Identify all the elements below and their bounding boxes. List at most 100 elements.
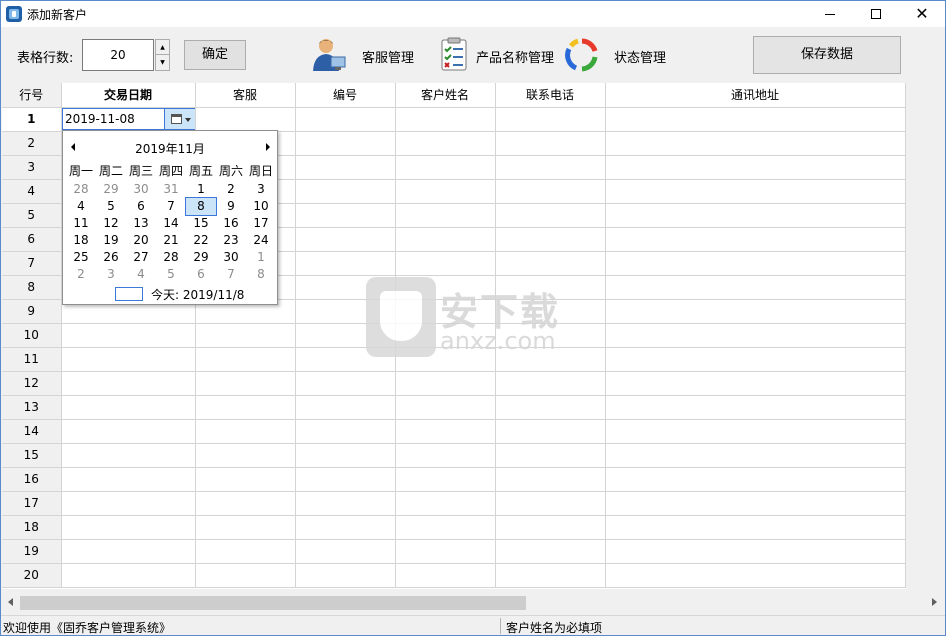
- code-cell[interactable]: [295, 371, 396, 396]
- calendar-day[interactable]: 27: [126, 249, 156, 266]
- row-number-cell[interactable]: 6: [2, 227, 62, 252]
- customer-name-cell[interactable]: [395, 179, 496, 204]
- code-cell[interactable]: [295, 155, 396, 180]
- rows-count-input[interactable]: 20: [82, 39, 154, 71]
- calendar-day[interactable]: 2: [66, 266, 96, 283]
- row-number-cell[interactable]: 19: [2, 539, 62, 564]
- calendar-day[interactable]: 12: [96, 215, 126, 232]
- calendar-day[interactable]: 3: [96, 266, 126, 283]
- phone-cell[interactable]: [495, 491, 606, 516]
- calendar-day[interactable]: 10: [246, 198, 276, 215]
- scroll-right-icon[interactable]: [932, 598, 937, 606]
- row-number-cell[interactable]: 5: [2, 203, 62, 228]
- service-cell[interactable]: [195, 515, 296, 540]
- trade-date-cell[interactable]: [61, 371, 196, 396]
- customer-name-cell[interactable]: [395, 371, 496, 396]
- address-cell[interactable]: [605, 347, 906, 372]
- row-number-cell[interactable]: 10: [2, 323, 62, 348]
- phone-cell[interactable]: [495, 539, 606, 564]
- calendar-day[interactable]: 19: [96, 232, 126, 249]
- scrollbar-thumb[interactable]: [20, 596, 526, 610]
- trade-date-cell[interactable]: [61, 395, 196, 420]
- column-header-address[interactable]: 通讯地址: [605, 83, 906, 108]
- column-header-service[interactable]: 客服: [195, 83, 296, 108]
- service-cell[interactable]: [195, 395, 296, 420]
- phone-cell[interactable]: [495, 251, 606, 276]
- calendar-day[interactable]: 28: [66, 181, 96, 198]
- phone-cell[interactable]: [495, 467, 606, 492]
- customer-name-cell[interactable]: [395, 203, 496, 228]
- row-number-cell[interactable]: 18: [2, 515, 62, 540]
- customer-name-cell[interactable]: [395, 563, 496, 588]
- close-button[interactable]: ✕: [899, 1, 945, 27]
- product-manage-button[interactable]: 产品名称管理: [439, 37, 559, 73]
- stepper-down-icon[interactable]: ▼: [156, 55, 169, 70]
- calendar-day[interactable]: 1: [246, 249, 276, 266]
- calendar-day[interactable]: 4: [126, 266, 156, 283]
- row-number-cell[interactable]: 9: [2, 299, 62, 324]
- phone-cell[interactable]: [495, 443, 606, 468]
- address-cell[interactable]: [605, 131, 906, 156]
- scroll-left-icon[interactable]: [8, 598, 13, 606]
- table-row[interactable]: 14: [2, 419, 906, 444]
- calendar-day[interactable]: 29: [186, 249, 216, 266]
- code-cell[interactable]: [295, 227, 396, 252]
- address-cell[interactable]: [605, 155, 906, 180]
- row-number-cell[interactable]: 11: [2, 347, 62, 372]
- calendar-day[interactable]: 6: [186, 266, 216, 283]
- calendar-day[interactable]: 31: [156, 181, 186, 198]
- code-cell[interactable]: [295, 539, 396, 564]
- row-number-cell[interactable]: 12: [2, 371, 62, 396]
- confirm-button[interactable]: 确定: [184, 40, 246, 70]
- address-cell[interactable]: [605, 323, 906, 348]
- calendar-day[interactable]: 16: [216, 215, 246, 232]
- address-cell[interactable]: [605, 251, 906, 276]
- trade-date-cell[interactable]: [61, 467, 196, 492]
- code-cell[interactable]: [295, 563, 396, 588]
- trade-date-cell[interactable]: [61, 515, 196, 540]
- customer-name-cell[interactable]: [395, 443, 496, 468]
- address-cell[interactable]: [605, 491, 906, 516]
- next-month-icon[interactable]: [266, 143, 270, 151]
- row-number-cell[interactable]: 1: [2, 107, 62, 132]
- address-cell[interactable]: [605, 179, 906, 204]
- address-cell[interactable]: [605, 107, 906, 132]
- row-number-cell[interactable]: 2: [2, 131, 62, 156]
- calendar-day[interactable]: 6: [126, 198, 156, 215]
- today-label[interactable]: 今天: 2019/11/8: [151, 286, 244, 303]
- service-manage-button[interactable]: 客服管理: [311, 37, 421, 73]
- code-cell[interactable]: [295, 491, 396, 516]
- column-header-phone[interactable]: 联系电话: [495, 83, 606, 108]
- phone-cell[interactable]: [495, 563, 606, 588]
- trade-date-cell[interactable]: [61, 539, 196, 564]
- row-number-cell[interactable]: 7: [2, 251, 62, 276]
- calendar-day[interactable]: 20: [126, 232, 156, 249]
- code-cell[interactable]: [295, 467, 396, 492]
- calendar-day[interactable]: 1: [186, 181, 216, 198]
- column-header-row-number[interactable]: 行号: [2, 83, 62, 108]
- phone-cell[interactable]: [495, 227, 606, 252]
- trade-date-cell[interactable]: [61, 443, 196, 468]
- calendar-month-label[interactable]: 2019年11月: [63, 140, 277, 156]
- rows-stepper[interactable]: ▲ ▼: [155, 39, 170, 71]
- code-cell[interactable]: [295, 419, 396, 444]
- code-cell[interactable]: [295, 443, 396, 468]
- row-number-cell[interactable]: 8: [2, 275, 62, 300]
- calendar-today-link[interactable]: 今天: 2019/11/8: [115, 286, 275, 302]
- trade-date-cell[interactable]: [61, 323, 196, 348]
- calendar-day[interactable]: 30: [126, 181, 156, 198]
- customer-name-cell[interactable]: [395, 251, 496, 276]
- stepper-up-icon[interactable]: ▲: [156, 40, 169, 55]
- service-cell[interactable]: [195, 491, 296, 516]
- row-number-cell[interactable]: 15: [2, 443, 62, 468]
- customer-name-cell[interactable]: [395, 515, 496, 540]
- row-number-cell[interactable]: 20: [2, 563, 62, 588]
- service-cell[interactable]: [195, 467, 296, 492]
- code-cell[interactable]: [295, 395, 396, 420]
- row-number-cell[interactable]: 14: [2, 419, 62, 444]
- service-cell[interactable]: [195, 443, 296, 468]
- trade-date-cell[interactable]: [61, 347, 196, 372]
- calendar-day[interactable]: 25: [66, 249, 96, 266]
- address-cell[interactable]: [605, 443, 906, 468]
- phone-cell[interactable]: [495, 515, 606, 540]
